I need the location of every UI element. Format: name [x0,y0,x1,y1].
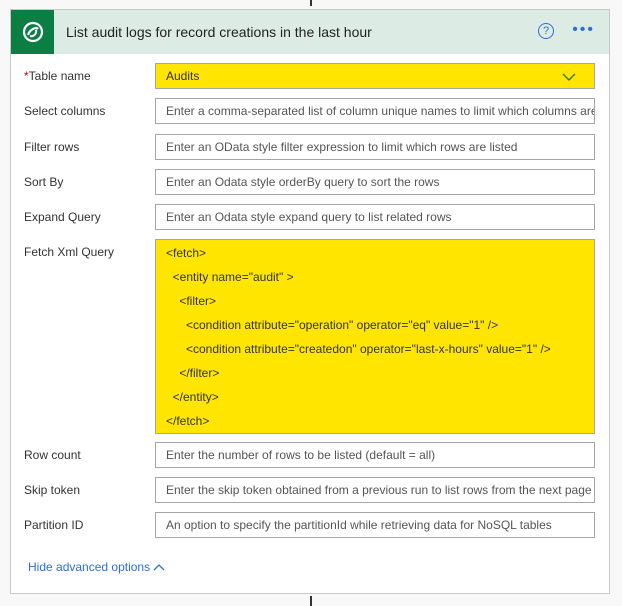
table-name-label: Table name [28,69,91,83]
row-count-input[interactable]: Enter the number of rows to be listed (d… [155,442,595,468]
fetch-xml-label: Fetch Xml Query [24,245,115,259]
select-columns-input[interactable]: Enter a comma-separated list of column u… [155,98,595,124]
partition-id-label: Partition ID [24,518,84,532]
skip-token-label: Skip token [24,483,81,497]
code-line: </entity> [166,390,219,404]
chevron-up-icon [153,560,165,574]
row-count-label: Row count [24,448,81,462]
partition-id-input[interactable]: An option to specify the partitionId whi… [155,512,595,538]
code-line: </fetch> [166,414,210,428]
fetch-xml-input[interactable]: <fetch> <entity name="audit" > <filter> … [155,239,595,434]
hide-advanced-label: Hide advanced options [28,560,151,574]
code-line: <filter> [166,294,217,308]
filter-rows-input[interactable]: Enter an OData style filter expression t… [155,134,595,160]
filter-rows-label: Filter rows [24,140,80,154]
action-header[interactable]: List audit logs for record creations in … [11,10,609,54]
action-title: List audit logs for record creations in … [66,24,372,40]
connector-bottom [310,596,312,606]
code-line: <condition attribute="createdon" operato… [166,342,551,356]
sort-by-input[interactable]: Enter an Odata style orderBy query to so… [155,169,595,195]
help-icon[interactable]: ? [538,23,554,39]
code-line: <condition attribute="operation" operato… [166,318,499,332]
sort-by-label: Sort By [24,175,64,189]
code-line: </filter> [166,366,220,380]
action-card: List audit logs for record creations in … [10,9,610,594]
dataverse-logo-icon [11,10,54,54]
connector-top [310,0,312,6]
expand-query-input[interactable]: Enter an Odata style expand query to lis… [155,204,595,230]
skip-token-input[interactable]: Enter the skip token obtained from a pre… [155,477,595,503]
more-options-icon[interactable]: ••• [572,21,595,39]
table-name-value: Audits [166,69,200,83]
code-line: <entity name="audit" > [166,270,294,284]
hide-advanced-options-button[interactable]: Hide advanced options [28,560,165,574]
chevron-down-icon [562,67,576,88]
table-name-dropdown[interactable]: Audits [155,63,595,89]
expand-query-label: Expand Query [24,210,101,224]
select-columns-label: Select columns [24,104,106,118]
code-line: <fetch> [166,246,207,260]
